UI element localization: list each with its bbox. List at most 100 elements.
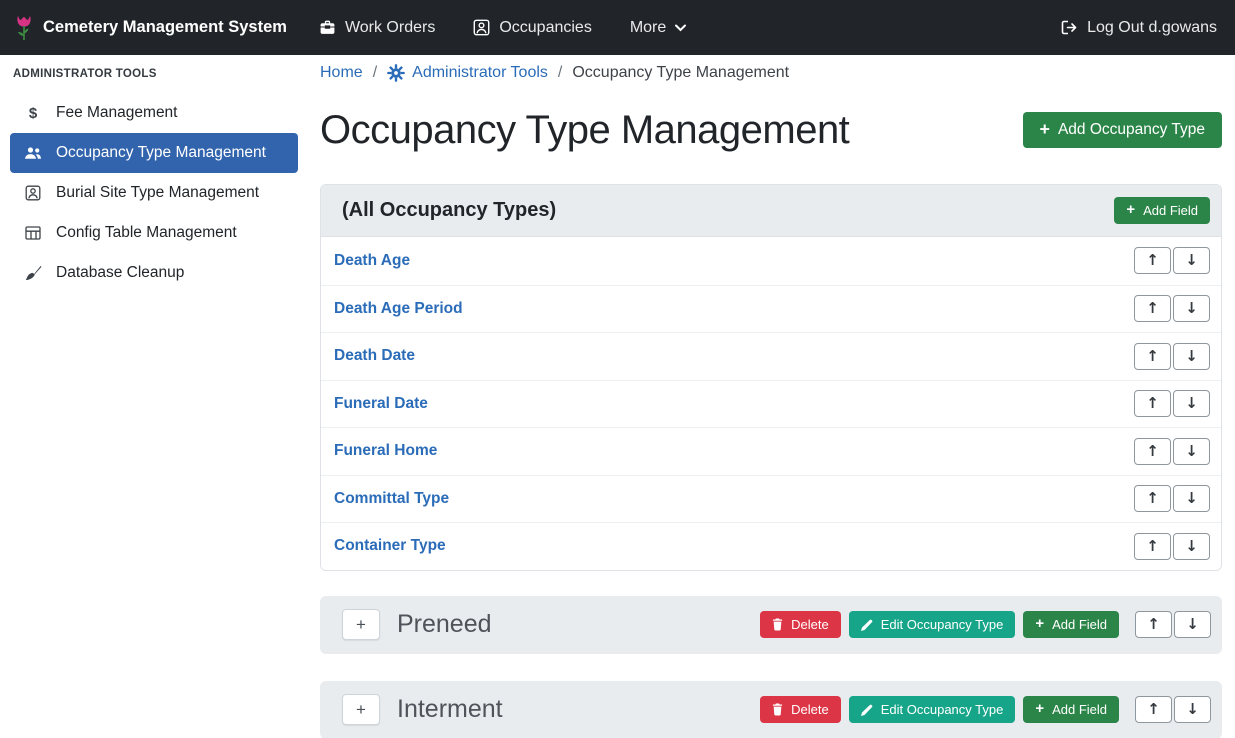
- expand-button[interactable]: +: [342, 609, 380, 640]
- person-frame-icon: [473, 19, 490, 36]
- edit-occupancy-type-label: Edit Occupancy Type: [881, 702, 1004, 717]
- sidebar-item-burial-site-type-management[interactable]: Burial Site Type Management: [10, 173, 298, 213]
- field-row: Committal Type ↑ ↓: [321, 475, 1221, 523]
- breadcrumb-admin-tools-link[interactable]: Administrator Tools: [387, 64, 548, 82]
- nav-work-orders[interactable]: Work Orders: [319, 19, 435, 37]
- delete-label: Delete: [791, 702, 829, 717]
- users-icon: [23, 146, 43, 160]
- field-link[interactable]: Death Date: [334, 347, 415, 365]
- nav-work-orders-label: Work Orders: [345, 19, 435, 37]
- sidebar-item-fee-management[interactable]: $ Fee Management: [10, 93, 298, 133]
- breadcrumb-separator: /: [558, 64, 562, 82]
- field-row: Container Type ↑ ↓: [321, 522, 1221, 570]
- arrow-down-icon: ↓: [1185, 539, 1198, 554]
- delete-button[interactable]: Delete: [760, 696, 841, 723]
- sidebar-item-occupancy-type-management[interactable]: Occupancy Type Management: [10, 133, 298, 173]
- edit-occupancy-type-button[interactable]: Edit Occupancy Type: [849, 611, 1016, 638]
- move-down-button[interactable]: ↓: [1173, 438, 1210, 465]
- title-row: Occupancy Type Management + Add Occupanc…: [320, 106, 1222, 154]
- move-up-button[interactable]: ↑: [1134, 390, 1171, 417]
- expand-button[interactable]: +: [342, 694, 380, 725]
- field-link[interactable]: Funeral Date: [334, 395, 428, 413]
- logout-icon: [1061, 20, 1078, 35]
- arrow-up-icon: ↑: [1146, 491, 1159, 506]
- arrow-down-icon: ↓: [1185, 444, 1198, 459]
- breadcrumb-admin-tools-label: Administrator Tools: [412, 64, 548, 82]
- arrow-up-icon: ↑: [1146, 444, 1159, 459]
- move-up-button[interactable]: ↑: [1134, 247, 1171, 274]
- add-field-button[interactable]: + Add Field: [1114, 197, 1210, 224]
- sidebar: Administrator Tools $ Fee Management Occ…: [0, 55, 308, 738]
- main-content: Home / Admi: [308, 55, 1235, 738]
- move-down-button[interactable]: ↓: [1174, 696, 1211, 723]
- arrow-down-icon: ↓: [1186, 617, 1199, 632]
- arrow-up-icon: ↑: [1146, 253, 1159, 268]
- move-down-button[interactable]: ↓: [1173, 343, 1210, 370]
- move-up-button[interactable]: ↑: [1134, 485, 1171, 512]
- reorder-controls: ↑ ↓: [1134, 485, 1210, 512]
- arrow-up-icon: ↑: [1146, 349, 1159, 364]
- field-link[interactable]: Committal Type: [334, 490, 449, 508]
- move-down-button[interactable]: ↓: [1173, 533, 1210, 560]
- chevron-down-icon: [675, 24, 686, 32]
- move-down-button[interactable]: ↓: [1173, 247, 1210, 274]
- move-up-button[interactable]: ↑: [1135, 611, 1172, 638]
- reorder-controls: ↑ ↓: [1134, 247, 1210, 274]
- field-link[interactable]: Death Age Period: [334, 300, 463, 318]
- sidebar-item-database-cleanup[interactable]: Database Cleanup: [10, 253, 298, 293]
- move-up-button[interactable]: ↑: [1134, 533, 1171, 560]
- all-occupancy-types-card: (All Occupancy Types) + Add Field Death …: [320, 184, 1222, 571]
- move-down-button[interactable]: ↓: [1174, 611, 1211, 638]
- field-link[interactable]: Container Type: [334, 537, 446, 555]
- logout-link[interactable]: Log Out d.gowans: [1061, 19, 1217, 37]
- person-frame-icon: [23, 185, 43, 201]
- edit-occupancy-type-label: Edit Occupancy Type: [881, 617, 1004, 632]
- move-down-button[interactable]: ↓: [1173, 485, 1210, 512]
- reorder-controls: ↑ ↓: [1134, 533, 1210, 560]
- card-title: (All Occupancy Types): [342, 199, 556, 222]
- nav-more[interactable]: More: [630, 19, 686, 37]
- arrow-up-icon: ↑: [1146, 396, 1159, 411]
- add-field-button[interactable]: + Add Field: [1023, 696, 1119, 723]
- occupancy-type-section-interment: + Interment Delete Edit Occupancy Type: [320, 681, 1222, 738]
- breadcrumb-separator: /: [373, 64, 377, 82]
- add-occupancy-type-button[interactable]: + Add Occupancy Type: [1023, 112, 1222, 148]
- reorder-controls: ↑ ↓: [1134, 343, 1210, 370]
- trash-icon: [772, 618, 783, 631]
- nav-occupancies[interactable]: Occupancies: [473, 19, 592, 37]
- move-down-button[interactable]: ↓: [1173, 390, 1210, 417]
- add-field-label: Add Field: [1052, 702, 1107, 717]
- app-brand[interactable]: Cemetery Management System: [14, 13, 287, 43]
- delete-button[interactable]: Delete: [760, 611, 841, 638]
- reorder-controls: ↑ ↓: [1134, 438, 1210, 465]
- pencil-icon: [861, 704, 873, 716]
- field-link[interactable]: Death Age: [334, 252, 410, 270]
- field-row: Death Age Period ↑ ↓: [321, 285, 1221, 333]
- arrow-up-icon: ↑: [1147, 702, 1160, 717]
- arrow-down-icon: ↓: [1185, 301, 1198, 316]
- delete-label: Delete: [791, 617, 829, 632]
- app-brand-label: Cemetery Management System: [43, 18, 287, 37]
- move-up-button[interactable]: ↑: [1135, 696, 1172, 723]
- move-up-button[interactable]: ↑: [1134, 295, 1171, 322]
- pencil-icon: [861, 619, 873, 631]
- gear-icon: [387, 64, 405, 82]
- broom-icon: [23, 265, 43, 281]
- field-link[interactable]: Funeral Home: [334, 442, 437, 460]
- breadcrumb-home-link[interactable]: Home: [320, 64, 363, 82]
- sidebar-item-config-table-management[interactable]: Config Table Management: [10, 213, 298, 253]
- add-field-button[interactable]: + Add Field: [1023, 611, 1119, 638]
- add-field-label: Add Field: [1052, 617, 1107, 632]
- section-actions: Delete Edit Occupancy Type + Add Field ↑…: [760, 611, 1211, 638]
- add-occupancy-type-label: Add Occupancy Type: [1058, 121, 1205, 139]
- toolbox-icon: [319, 19, 336, 36]
- nav-occupancies-label: Occupancies: [499, 19, 592, 37]
- move-up-button[interactable]: ↑: [1134, 343, 1171, 370]
- plus-icon: +: [1040, 121, 1050, 139]
- arrow-down-icon: ↓: [1185, 349, 1198, 364]
- move-down-button[interactable]: ↓: [1173, 295, 1210, 322]
- sidebar-item-label: Occupancy Type Management: [56, 144, 266, 162]
- sidebar-item-label: Config Table Management: [56, 224, 237, 242]
- edit-occupancy-type-button[interactable]: Edit Occupancy Type: [849, 696, 1016, 723]
- move-up-button[interactable]: ↑: [1134, 438, 1171, 465]
